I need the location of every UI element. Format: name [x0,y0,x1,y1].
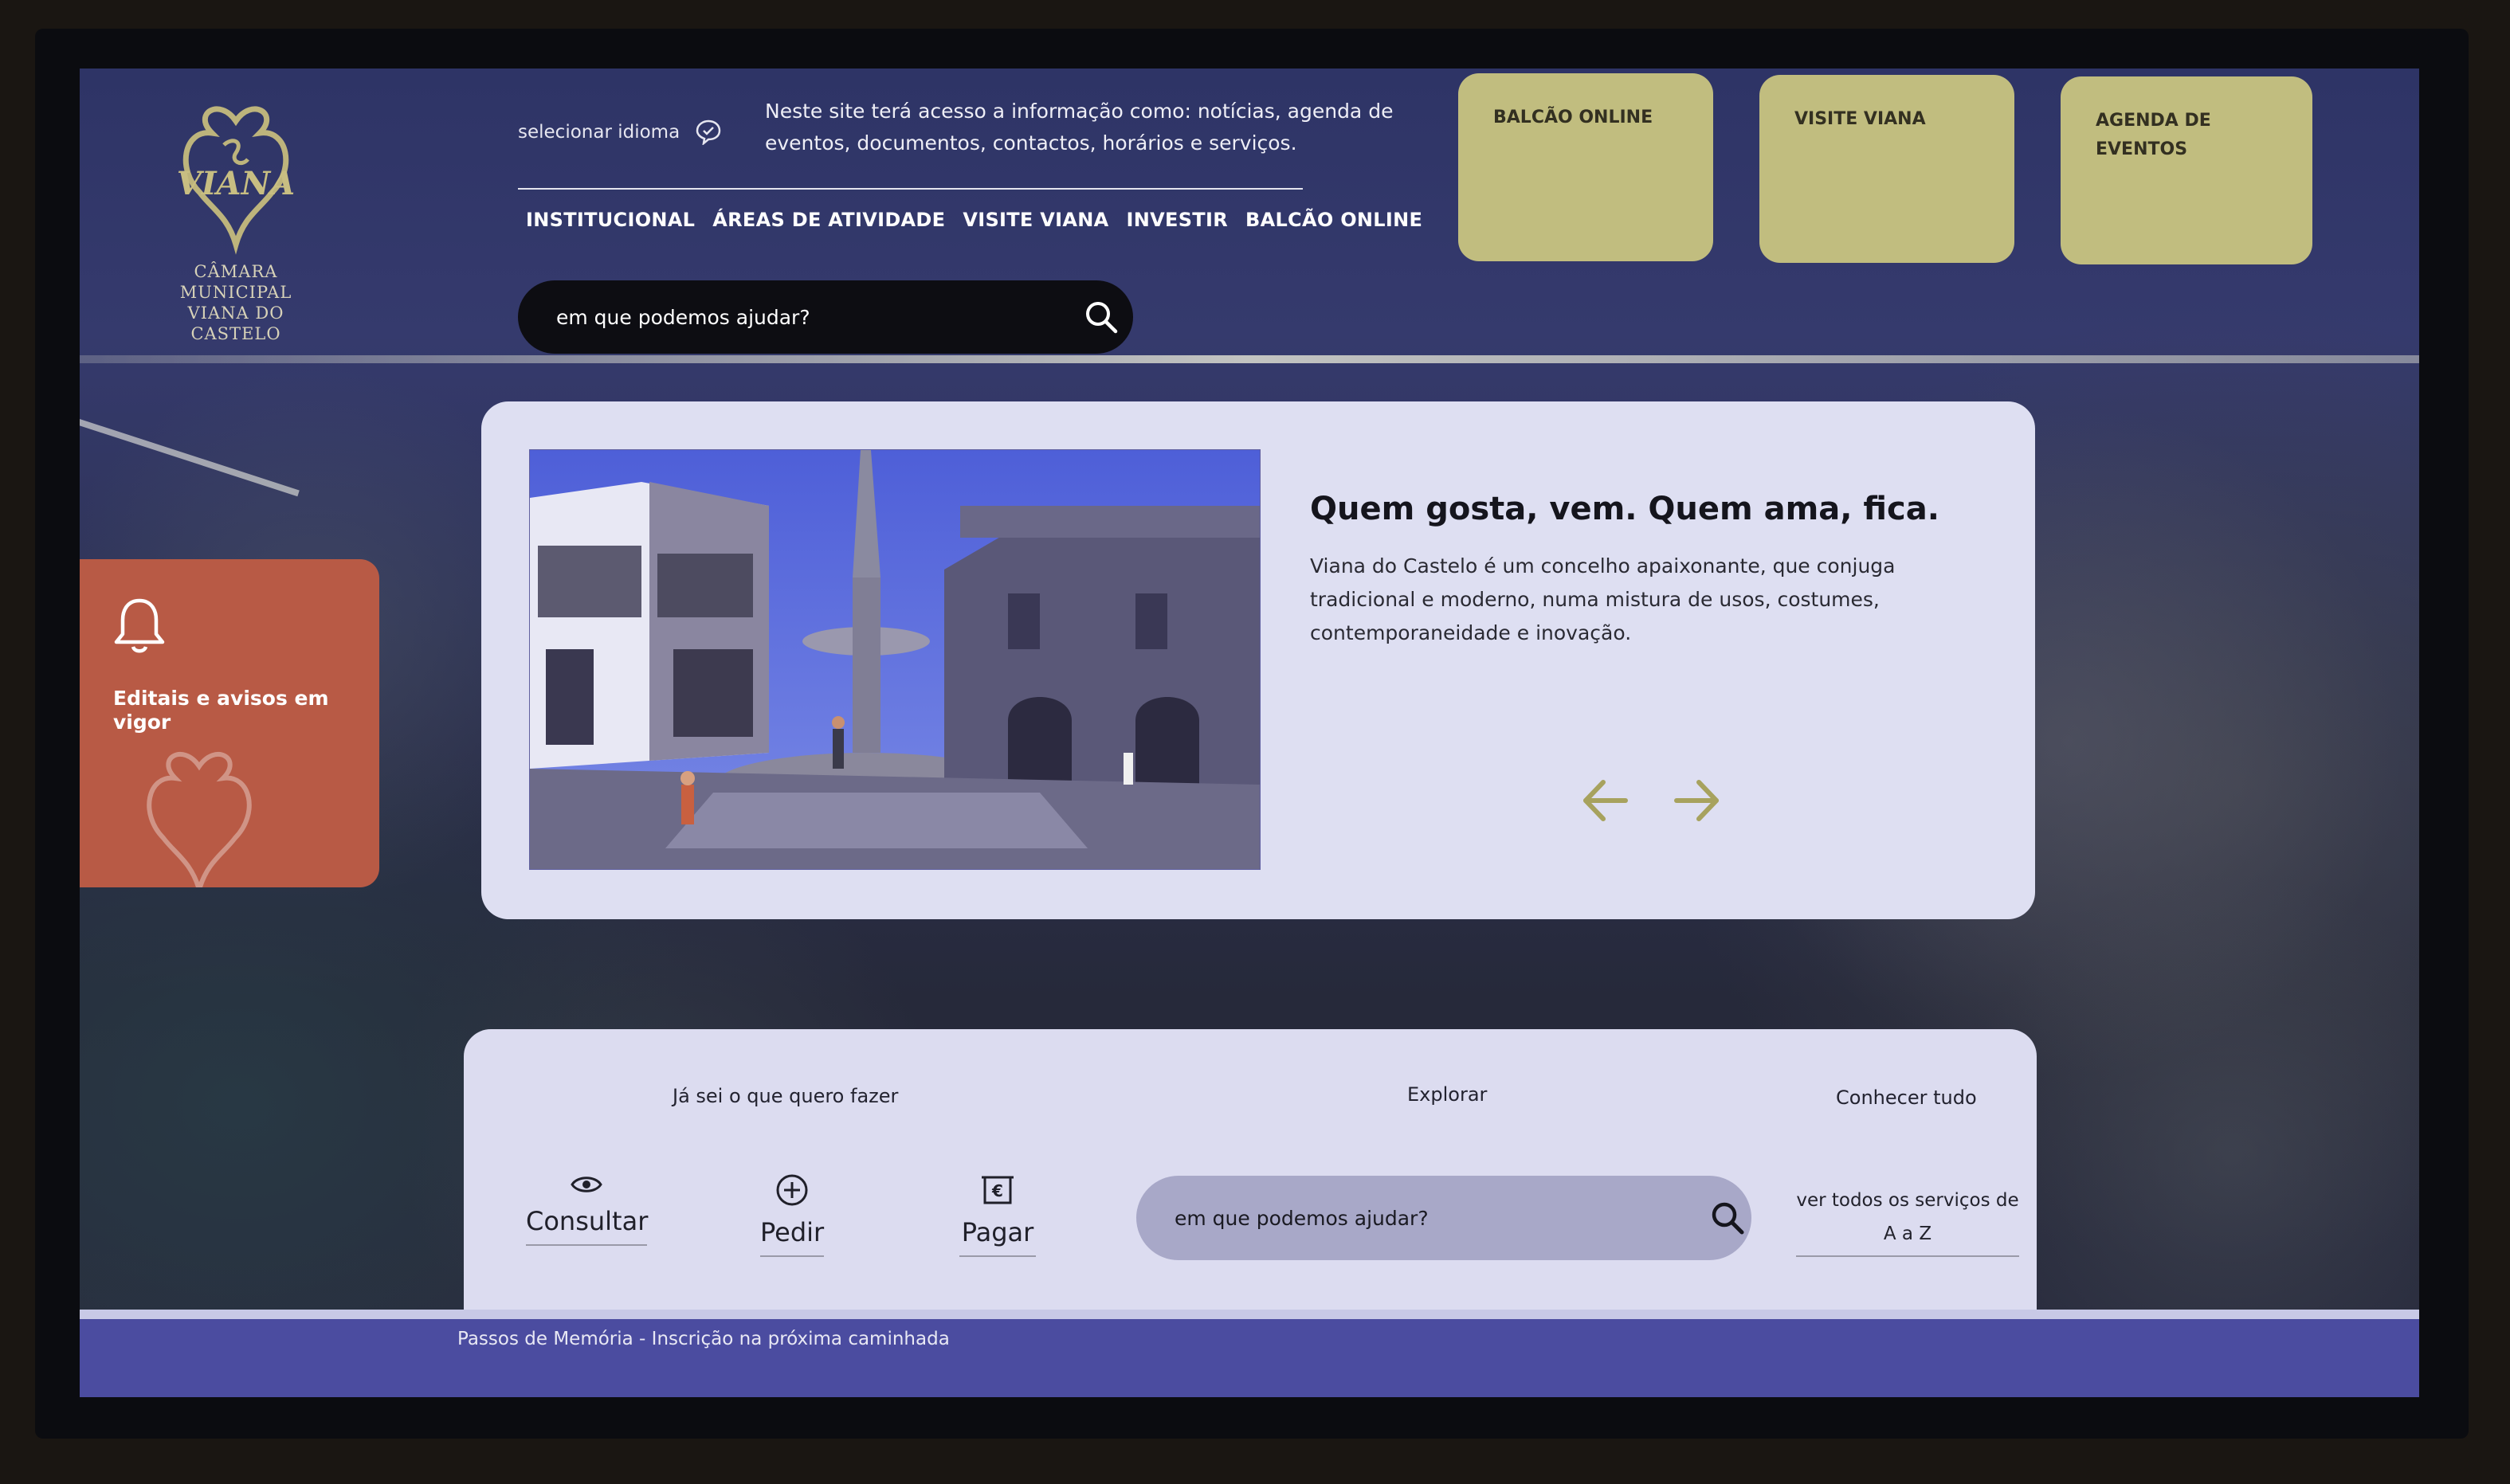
nav-institucional[interactable]: INSTITUCIONAL [526,209,695,231]
hero-carousel: Quem gosta, vem. Quem ama, fica. Viana d… [481,401,2035,919]
services-search-bar [1136,1176,1751,1260]
arrow-left-icon[interactable] [1578,773,1633,828]
tile-visite-viana[interactable]: VISITE VIANA [1759,75,2014,263]
services-col1-label: Já sei o que quero fazer [673,1085,899,1107]
tile-agenda-eventos[interactable]: AGENDA DE EVENTOS [2061,76,2312,264]
speech-bubble-icon [696,119,721,145]
nav-visite-viana[interactable]: VISITE VIANA [963,209,1108,231]
nav-investir[interactable]: INVESTIR [1127,209,1228,231]
viana-heart-icon: VIANA [177,106,295,255]
services-col3-label: Conhecer tudo [1836,1087,1977,1109]
services-col2-label: Explorar [1407,1083,1488,1106]
language-selector[interactable]: selecionar idioma [518,119,723,145]
consultar-button[interactable]: Consultar [526,1173,649,1246]
tile-balcao-online[interactable]: BALCÃO ONLINE [1458,73,1713,261]
nav-divider [518,188,1303,190]
logo-line2: VIANA DO CASTELO [187,303,284,343]
glare-line [80,355,2419,363]
svg-text:VIANA: VIANA [177,165,295,202]
intro-text: Neste site terá acesso a informação como… [765,100,1394,155]
nav-areas-atividade[interactable]: ÁREAS DE ATIVIDADE [712,209,945,231]
pagar-label: Pagar [961,1217,1034,1247]
hero-title: Quem gosta, vem. Quem ama, fica. [1310,491,1939,527]
pedir-label: Pedir [760,1217,825,1247]
pagar-button[interactable]: € Pagar [959,1173,1036,1257]
pedir-button[interactable]: Pedir [760,1173,824,1257]
editais-avisos-card[interactable]: Editais e avisos em vigor [80,559,379,887]
hero-image-praca [529,449,1261,870]
news-ticker: Passos de Memória - Inscrição na próxima… [80,1319,2419,1397]
ticker-text[interactable]: Passos de Memória - Inscrição na próxima… [457,1329,950,1349]
town-square-photo [530,450,1260,869]
az-services-link[interactable]: ver todos os serviços de A a Z [1796,1184,2019,1257]
svg-text:€: € [991,1181,1003,1200]
language-label: selecionar idioma [518,122,680,143]
glare-diagonal [80,419,300,497]
search-icon[interactable] [1710,1200,1745,1235]
editais-label: Editais e avisos em vigor [113,687,329,734]
main-nav: INSTITUCIONAL ÁREAS DE ATIVIDADE VISITE … [526,209,1422,231]
search-icon[interactable] [1084,300,1119,335]
plus-circle-icon [776,1174,808,1206]
header-search-bar [518,280,1133,354]
euro-receipt-icon: € [982,1176,1014,1204]
logo-line1: CÂMARA MUNICIPAL [179,262,292,302]
arrow-right-icon[interactable] [1669,773,1724,828]
watermark-heart-icon [147,751,252,887]
screen: VIANA CÂMARA MUNICIPAL VIANA DO CASTELO … [80,69,2419,1397]
consultar-label: Consultar [526,1206,649,1236]
ticker-border [80,1310,2419,1319]
nav-balcao-online[interactable]: BALCÃO ONLINE [1245,209,1422,231]
eye-icon [571,1177,602,1192]
hero-description: Viana do Castelo é um concelho apaixonan… [1310,554,1896,644]
header-search-input[interactable] [555,304,1036,330]
bell-icon [114,598,165,653]
services-search-input[interactable] [1173,1205,1654,1231]
municipal-logo[interactable]: VIANA CÂMARA MUNICIPAL VIANA DO CASTELO [140,97,331,343]
